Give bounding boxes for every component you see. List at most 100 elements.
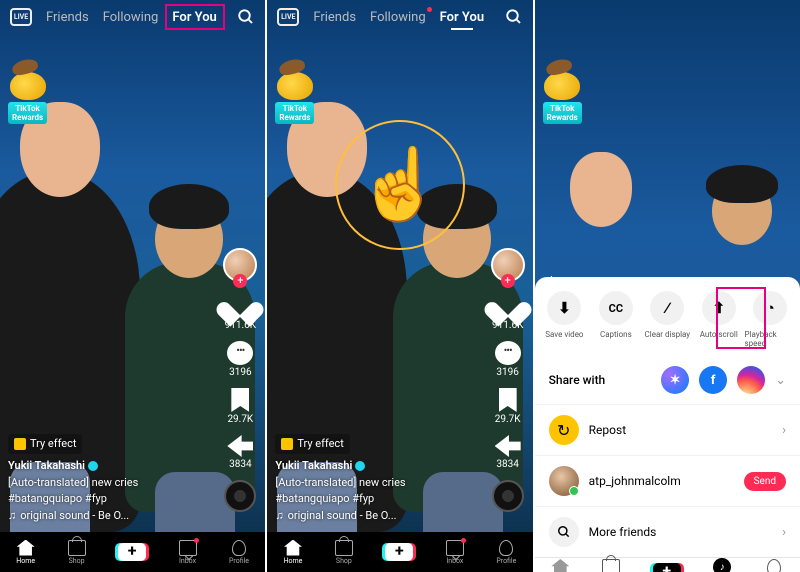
download-icon: ⬇ [547, 291, 581, 325]
nav-shop[interactable]: Shop [335, 540, 353, 565]
sound-label[interactable]: original sound - Be O... [8, 508, 138, 525]
video-person-right [700, 162, 790, 272]
chevron-down-icon[interactable]: ⌄ [775, 373, 786, 388]
nav-profile[interactable]: Profile [229, 540, 249, 565]
nav-inbox[interactable]: Inbox [446, 540, 464, 565]
bottom-nav: Home Shop Inbox Profile [267, 532, 532, 572]
like-icon[interactable] [494, 292, 522, 318]
nav-profile[interactable]: Profile [496, 540, 516, 565]
messenger-icon[interactable]: ✶ [661, 366, 689, 394]
tab-following[interactable]: Following [103, 10, 159, 25]
share-icon[interactable] [227, 435, 253, 457]
live-icon[interactable]: LIVE [277, 8, 299, 26]
repost-icon: ↻ [549, 415, 579, 445]
nav-home[interactable]: Home [284, 540, 303, 565]
nav-inbox[interactable]: ♪Inbox [713, 558, 731, 572]
share-icon[interactable] [495, 435, 521, 457]
sound-label[interactable]: original sound - Be O... [275, 508, 405, 525]
screen-longpress: LIVE Friends Following For You TikTokRew… [267, 0, 532, 572]
search-icon[interactable] [505, 8, 523, 26]
nav-create[interactable] [385, 543, 413, 561]
creator-avatar[interactable] [491, 248, 525, 282]
video-person-left [545, 142, 655, 272]
verified-badge-icon [88, 461, 98, 471]
screen-foryou-tab: LIVE Friends Following For You TikTokRew… [0, 0, 265, 572]
longpress-indicator: ☝️ [335, 120, 465, 250]
share-user-name: atp_johnmalcolm [589, 474, 681, 488]
nav-home[interactable]: Home [551, 559, 570, 572]
share-with-label: Share with [549, 373, 651, 387]
action-save-video[interactable]: ⬇Save video [539, 291, 590, 348]
nav-home[interactable]: Home [16, 540, 35, 565]
nav-profile[interactable]: Profile [764, 559, 784, 572]
caption-block: Try effect Yukii Takahashi [Auto-transla… [275, 434, 405, 525]
like-icon[interactable] [226, 292, 254, 318]
live-icon[interactable]: LIVE [10, 8, 32, 26]
instagram-icon[interactable] [737, 366, 765, 394]
action-row: ⬇Save video CCCaptions ∕Clear display ⬆A… [535, 277, 800, 356]
repost-row[interactable]: ↻ Repost › [535, 404, 800, 455]
rewards-badge[interactable]: TikTokRewards [8, 72, 47, 124]
caption-block: Try effect Yukii Takahashi [Auto-transla… [8, 434, 138, 525]
creator-avatar[interactable] [223, 248, 257, 282]
top-nav: LIVE Friends Following For You [0, 8, 265, 26]
tab-friends[interactable]: Friends [313, 10, 356, 25]
search-icon[interactable] [237, 8, 255, 26]
captions-icon: CC [599, 291, 633, 325]
repost-label: Repost [589, 423, 626, 437]
bottom-nav: Home Shop Inbox Profile [0, 532, 265, 572]
highlight-foryou [165, 4, 225, 30]
action-rail: 911.6K 3196 29.7K 3834 [223, 248, 257, 512]
save-icon[interactable] [499, 388, 517, 412]
caption-hashtags[interactable]: #batangquiapo #fyp [275, 491, 405, 508]
comment-icon[interactable] [227, 341, 253, 365]
creator-username[interactable]: Yukii Takahashi [8, 458, 138, 475]
highlight-autoscroll [716, 287, 766, 349]
more-friends-row[interactable]: More friends › [535, 506, 800, 557]
nav-shop[interactable]: Shop [602, 559, 620, 572]
caption-text: [Auto-translated] new cries [275, 475, 405, 492]
nav-create[interactable] [653, 563, 681, 572]
action-rail: 911.6K 3196 29.7K 3834 [491, 248, 525, 512]
rewards-badge[interactable]: TikTokRewards [543, 72, 582, 124]
tab-following[interactable]: Following [370, 10, 426, 25]
share-with-row: Share with ✶ f ⌄ [535, 356, 800, 404]
nav-create[interactable] [118, 543, 146, 561]
chevron-right-icon: › [782, 423, 786, 438]
save-icon[interactable] [231, 388, 249, 412]
comment-icon[interactable] [495, 341, 521, 365]
more-friends-label: More friends [589, 525, 657, 539]
user-avatar [549, 466, 579, 496]
send-button[interactable]: Send [744, 472, 786, 491]
caption-text: [Auto-translated] new cries [8, 475, 138, 492]
chevron-right-icon: › [782, 525, 786, 540]
sound-disc[interactable] [492, 480, 524, 512]
tab-friends[interactable]: Friends [46, 10, 89, 25]
rewards-badge[interactable]: TikTokRewards [275, 72, 314, 124]
creator-username[interactable]: Yukii Takahashi [275, 458, 405, 475]
action-captions[interactable]: CCCaptions [590, 291, 641, 348]
caption-hashtags[interactable]: #batangquiapo #fyp [8, 491, 138, 508]
share-count: 3834 [496, 459, 518, 470]
try-effect-chip[interactable]: Try effect [8, 434, 82, 455]
facebook-icon[interactable]: f [699, 366, 727, 394]
search-icon [549, 517, 579, 547]
bottom-nav: Home Shop ♪Inbox Profile [535, 557, 800, 572]
nav-shop[interactable]: Shop [68, 540, 86, 565]
screen-share-sheet: TikTokRewards ⬇Save video CCCaptions ∕Cl… [535, 0, 800, 572]
comment-count: 3196 [229, 367, 251, 378]
pointer-hand-icon: ☝️ [356, 150, 443, 220]
try-effect-chip[interactable]: Try effect [275, 434, 349, 455]
share-count: 3834 [229, 459, 251, 470]
comment-count: 3196 [496, 367, 518, 378]
nav-inbox[interactable]: Inbox [179, 540, 197, 565]
save-count: 29.7K [495, 414, 521, 425]
share-user-row[interactable]: atp_johnmalcolm Send [535, 455, 800, 506]
clear-display-icon: ∕ [650, 291, 684, 325]
top-nav: LIVE Friends Following For You [267, 8, 532, 26]
action-clear-display[interactable]: ∕Clear display [642, 291, 693, 348]
verified-badge-icon [355, 461, 365, 471]
sound-disc[interactable] [224, 480, 256, 512]
tiktok-logo-icon: ♪ [713, 558, 731, 572]
tab-foryou[interactable]: For You [440, 10, 484, 25]
